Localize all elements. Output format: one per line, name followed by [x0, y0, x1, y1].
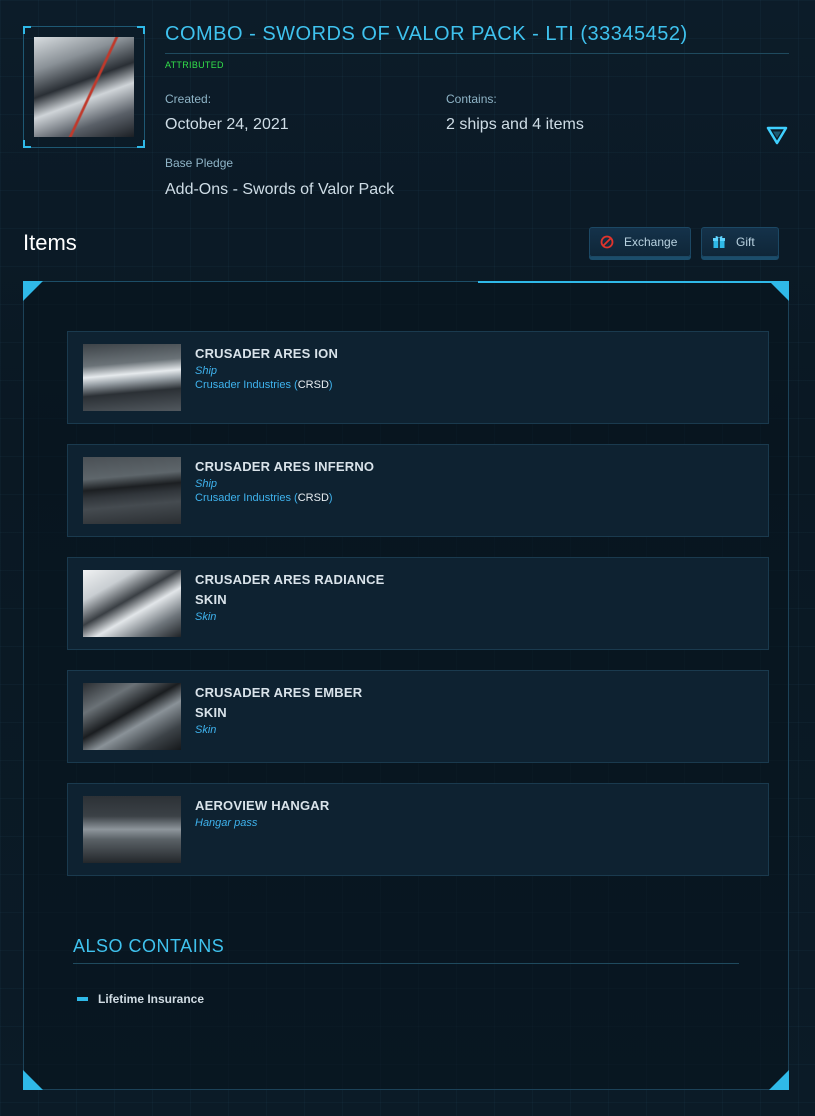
bullet-icon — [77, 997, 88, 1001]
status-badge: ATTRIBUTED — [165, 60, 224, 70]
item-name: CRUSADER ARES ION — [195, 346, 339, 361]
item-image — [83, 344, 181, 411]
corner-decoration — [769, 1070, 789, 1090]
corner-decoration — [23, 1070, 43, 1090]
corner-decoration — [23, 281, 43, 301]
item-image — [83, 683, 181, 750]
base-pledge-value: Add-Ons - Swords of Valor Pack — [165, 181, 395, 198]
item-name: AEROVIEW HANGAR — [195, 798, 330, 813]
also-contains-label: Lifetime Insurance — [98, 992, 205, 1006]
gift-button[interactable]: Gift — [701, 227, 779, 257]
also-contains-heading: ALSO CONTAINS — [73, 936, 739, 964]
created-label: Created: — [165, 92, 212, 106]
list-item[interactable]: CRUSADER ARES RADIANCE SKIN Skin — [67, 557, 769, 650]
item-type: Ship — [195, 365, 218, 377]
created-value: October 24, 2021 — [165, 116, 289, 133]
base-pledge-label: Base Pledge — [165, 156, 234, 170]
item-manufacturer: Crusader Industries (CRSD) — [195, 379, 333, 391]
panel-top-highlight — [478, 281, 789, 283]
gift-box-icon — [712, 235, 726, 249]
corner-decoration — [769, 281, 789, 301]
item-name: CRUSADER ARES INFERNO — [195, 459, 375, 474]
expand-button[interactable] — [765, 124, 789, 146]
contains-value: 2 ships and 4 items — [446, 116, 584, 133]
item-type: Skin — [195, 724, 217, 736]
item-image — [83, 796, 181, 863]
item-name: CRUSADER ARES RADIANCE SKIN — [195, 572, 385, 607]
triangle-down-icon — [766, 126, 788, 145]
item-type: Hangar pass — [195, 817, 258, 829]
pledge-thumbnail — [23, 26, 145, 148]
item-image — [83, 570, 181, 637]
exchange-button[interactable]: Exchange — [589, 227, 691, 257]
also-contains-item: Lifetime Insurance — [77, 992, 204, 1006]
no-entry-icon — [600, 235, 614, 249]
item-manufacturer: Crusader Industries (CRSD) — [195, 492, 333, 504]
list-item[interactable]: CRUSADER ARES INFERNO Ship Crusader Indu… — [67, 444, 769, 537]
list-item[interactable]: CRUSADER ARES ION Ship Crusader Industri… — [67, 331, 769, 424]
item-name: CRUSADER ARES EMBER SKIN — [195, 685, 363, 720]
pledge-image — [34, 37, 134, 137]
pledge-title: COMBO - SWORDS OF VALOR PACK - LTI (3334… — [165, 23, 789, 54]
item-image — [83, 457, 181, 524]
exchange-label: Exchange — [624, 235, 678, 249]
list-item[interactable]: AEROVIEW HANGAR Hangar pass — [67, 783, 769, 876]
list-item[interactable]: CRUSADER ARES EMBER SKIN Skin — [67, 670, 769, 763]
gift-label: Gift — [736, 235, 755, 249]
items-heading: Items — [23, 230, 77, 255]
contains-label: Contains: — [446, 92, 497, 106]
item-type: Ship — [195, 478, 218, 490]
item-type: Skin — [195, 611, 217, 623]
